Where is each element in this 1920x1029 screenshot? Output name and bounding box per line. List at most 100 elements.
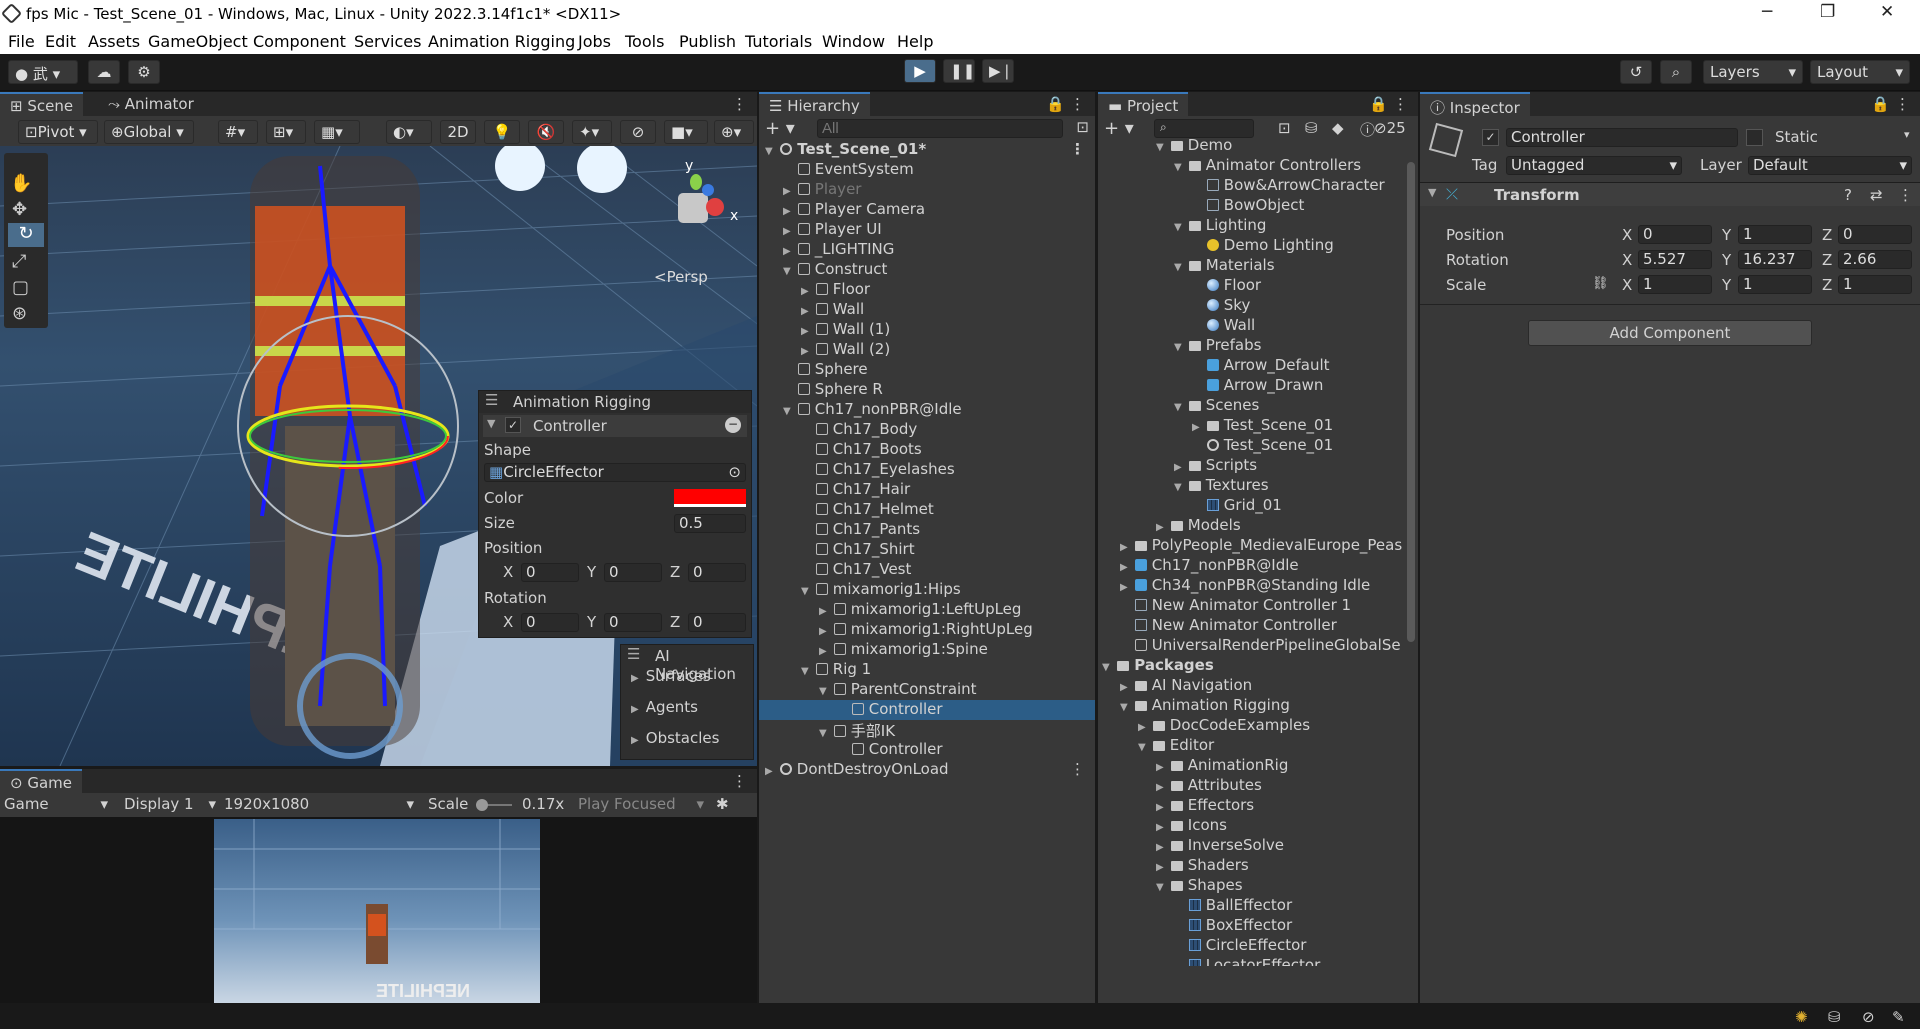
rotation-x-field[interactable]: 5.527 xyxy=(1638,250,1712,269)
collapsed-arrow-icon[interactable]: ▶ xyxy=(1156,842,1166,853)
project-row[interactable]: New Animator Controller 1 xyxy=(1098,596,1406,616)
project-row[interactable]: ▼ Editor xyxy=(1098,736,1406,756)
object-picker-icon[interactable]: ⊙ xyxy=(728,464,741,481)
hierarchy-row[interactable]: Ch17_Body xyxy=(759,420,1095,440)
position-z-field[interactable]: 0 xyxy=(1838,225,1912,244)
hierarchy-row[interactable]: ▼ Construct xyxy=(759,260,1095,280)
expanded-arrow-icon[interactable]: ▼ xyxy=(1174,482,1184,493)
scene-viewport[interactable]: NEPHILITE ✋ ✥ ↻ ⤢ ▢ ⊛ y x <Persp ☰ Anima… xyxy=(0,146,757,766)
project-row[interactable]: ▼ Packages xyxy=(1098,656,1406,676)
project-row[interactable]: Floor xyxy=(1098,276,1406,296)
project-row[interactable]: ▼ Shapes xyxy=(1098,876,1406,896)
static-dropdown-icon[interactable]: ▾ xyxy=(1904,128,1910,141)
menu-jobs[interactable]: Jobs xyxy=(578,32,611,51)
services-button[interactable]: ⚙ xyxy=(128,60,160,84)
expanded-arrow-icon[interactable]: ▼ xyxy=(1102,662,1112,673)
collapsed-arrow-icon[interactable]: ▶ xyxy=(783,206,793,217)
panel-menu-icon[interactable]: ⋮ xyxy=(1070,95,1085,113)
hierarchy-row[interactable]: ▶ mixamorig1:LeftUpLeg xyxy=(759,600,1095,620)
project-row[interactable]: ▶ Ch17_nonPBR@Idle xyxy=(1098,556,1406,576)
expanded-arrow-icon[interactable]: ▼ xyxy=(1174,342,1184,353)
hierarchy-row[interactable]: ▼ mixamorig1:Hips xyxy=(759,580,1095,600)
search-button[interactable]: ⌕ xyxy=(1660,60,1692,84)
hierarchy-row[interactable]: ▼ 手部IK xyxy=(759,720,1095,740)
layout-dropdown[interactable]: Layout ▾ xyxy=(1810,60,1910,84)
menu-help[interactable]: Help xyxy=(897,32,933,51)
collapsed-arrow-icon[interactable]: ▶ xyxy=(1156,822,1166,833)
tab-project[interactable]: ▬ Project xyxy=(1098,92,1189,116)
collapsed-arrow-icon[interactable]: ▶ xyxy=(783,226,793,237)
snap-increment-button[interactable]: ⊞▾ xyxy=(266,120,306,144)
transform-tool-button[interactable]: ⊛ xyxy=(12,303,27,324)
expanded-arrow-icon[interactable]: ▼ xyxy=(819,686,829,697)
gizmos-dropdown[interactable]: ⊕▾ xyxy=(714,120,754,144)
orientation-gizmo[interactable]: y x xyxy=(650,158,740,238)
expanded-arrow-icon[interactable]: ▼ xyxy=(1138,742,1148,753)
slider-handle[interactable] xyxy=(476,799,488,811)
expanded-arrow-icon[interactable]: ▼ xyxy=(1174,162,1184,173)
game-mode-dropdown[interactable]: Game ▾ xyxy=(4,795,110,813)
hierarchy-row[interactable]: Ch17_Boots xyxy=(759,440,1095,460)
collapsed-arrow-icon[interactable]: ▶ xyxy=(1120,682,1130,693)
object-name-field[interactable]: Controller xyxy=(1506,128,1738,147)
add-component-button[interactable]: Add Component xyxy=(1528,320,1812,346)
rotate-tool-button[interactable]: ↻ xyxy=(8,223,44,247)
scale-y-field[interactable]: 1 xyxy=(1738,275,1812,294)
expanded-arrow-icon[interactable]: ▼ xyxy=(1156,142,1166,153)
collapsed-arrow-icon[interactable]: ▶ xyxy=(1156,802,1166,813)
static-checkbox[interactable] xyxy=(1746,129,1763,146)
lock-icon[interactable]: 🔒 xyxy=(1046,95,1065,113)
project-row[interactable]: ▶ PolyPeople_MedievalEurope_Peas xyxy=(1098,536,1406,556)
grid-visibility-button[interactable]: ▦▾ xyxy=(314,120,360,144)
hierarchy-row[interactable]: Ch17_Hair xyxy=(759,480,1095,500)
project-row[interactable]: Demo Lighting xyxy=(1098,236,1406,256)
hidden-objects-toggle[interactable]: ⊘ xyxy=(620,120,656,144)
notifications-icon[interactable]: ✎ xyxy=(1892,1008,1905,1026)
project-row[interactable]: ▼ Lighting xyxy=(1098,216,1406,236)
project-row[interactable]: Sky xyxy=(1098,296,1406,316)
hierarchy-row[interactable]: ▶ Floor xyxy=(759,280,1095,300)
lighting-toggle[interactable]: 💡 xyxy=(484,120,520,144)
scroll-thumb[interactable] xyxy=(1407,162,1415,642)
project-row[interactable]: ▶ AI Navigation xyxy=(1098,676,1406,696)
lock-icon[interactable]: 🔒 xyxy=(1369,95,1388,113)
project-row[interactable]: ▶ Icons xyxy=(1098,816,1406,836)
hierarchy-search-input[interactable] xyxy=(817,119,1063,138)
project-row[interactable]: New Animator Controller xyxy=(1098,616,1406,636)
scene-menu-icon[interactable]: ⋮ xyxy=(1070,760,1085,778)
step-button[interactable]: ▶❘ xyxy=(982,59,1014,83)
panel-menu-icon[interactable]: ⋮ xyxy=(732,772,747,790)
panel-menu-icon[interactable]: ⋮ xyxy=(1895,95,1910,113)
menu-gameobject[interactable]: GameObject xyxy=(148,32,248,51)
project-row[interactable]: ▼ Prefabs xyxy=(1098,336,1406,356)
layers-dropdown[interactable]: Layers ▾ xyxy=(1703,60,1803,84)
project-row[interactable]: Bow&ArrowCharacter xyxy=(1098,176,1406,196)
tab-scene[interactable]: ⊞ Scene xyxy=(0,92,84,116)
expanded-arrow-icon[interactable]: ▼ xyxy=(783,406,793,417)
expanded-arrow-icon[interactable]: ▼ xyxy=(1174,402,1184,413)
hierarchy-row[interactable]: ▶ _LIGHTING xyxy=(759,240,1095,260)
history-button[interactable]: ↺ xyxy=(1620,60,1652,84)
project-row[interactable]: Arrow_Default xyxy=(1098,356,1406,376)
hierarchy-row[interactable]: ▶ Wall (2) xyxy=(759,340,1095,360)
bake-lighting-icon[interactable]: ✺ xyxy=(1795,1008,1808,1026)
mode-2d-button[interactable]: 2D xyxy=(440,120,476,144)
scale-z-field[interactable]: 1 xyxy=(1838,275,1912,294)
hierarchy-row[interactable]: ▶ Wall (1) xyxy=(759,320,1095,340)
expanded-arrow-icon[interactable]: ▼ xyxy=(1120,702,1130,713)
game-view[interactable]: NEPHILITE xyxy=(0,817,757,1003)
project-row[interactable]: ▶ Test_Scene_01 xyxy=(1098,416,1406,436)
lock-icon[interactable]: 🔒 xyxy=(1871,95,1890,113)
rot-y-field[interactable]: 0 xyxy=(604,613,662,632)
tab-animator[interactable]: ⤳ Animator xyxy=(98,92,204,116)
panel-menu-icon[interactable]: ⋮ xyxy=(732,95,747,113)
project-row[interactable]: ▼ Scenes xyxy=(1098,396,1406,416)
project-scrollbar[interactable] xyxy=(1406,142,1416,962)
expanded-arrow-icon[interactable]: ▼ xyxy=(819,728,829,739)
collapsed-arrow-icon[interactable]: ▶ xyxy=(1120,562,1130,573)
menu-animation-rigging[interactable]: Animation Rigging xyxy=(428,32,575,51)
project-row[interactable]: Test_Scene_01 xyxy=(1098,436,1406,456)
position-y-field[interactable]: 1 xyxy=(1738,225,1812,244)
close-button[interactable]: ✕ xyxy=(1880,2,1894,22)
shading-mode-button[interactable]: ◐▾ xyxy=(386,120,432,144)
